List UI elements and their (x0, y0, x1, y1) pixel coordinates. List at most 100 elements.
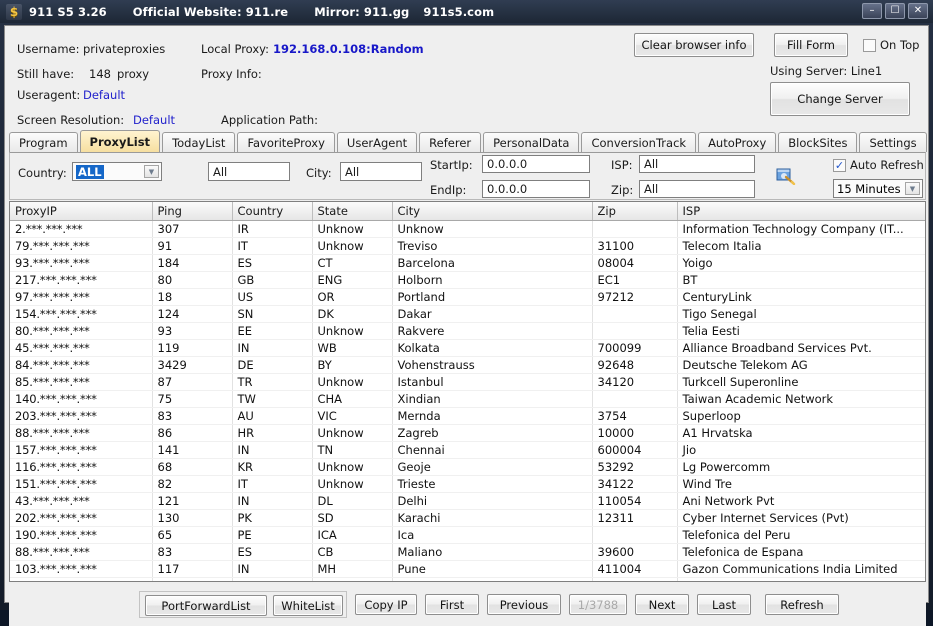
proxy-list-table-container[interactable]: ProxyIP Ping Country State City Zip ISP 2.***.… (9, 201, 926, 582)
tab-label: Program (19, 135, 68, 150)
table-row[interactable]: 190.***.***.*** 65 PE ICA Ica Telefonica del … (10, 526, 925, 544)
table-row[interactable]: 93.***.***.*** 184 ES CT Barcelona 08004 Yoigo (10, 254, 925, 272)
official-website-label: Official Website: 911.re (132, 4, 289, 19)
cell-ping: 184 (152, 254, 233, 272)
table-row[interactable]: 45.***.***.*** 119 IN WB Kolkata 700099 Allian… (10, 339, 925, 357)
useragent-value[interactable]: Default (83, 88, 125, 102)
cell-isp: A1 Hrvatska (677, 424, 925, 442)
window-controls: – ☐ ✕ (862, 3, 928, 19)
table-row[interactable]: 217.***.***.*** 80 GB ENG Holborn EC1 BT (10, 271, 925, 289)
tab-proxylist[interactable]: ProxyList (79, 130, 161, 152)
column-header-country[interactable]: Country (232, 202, 313, 221)
search-window-icon[interactable] (776, 167, 796, 186)
tab-personaldata[interactable]: PersonalData (483, 132, 580, 152)
isp-input[interactable]: All (639, 155, 755, 173)
refresh-interval-select[interactable]: 15 Minutes ▼ (833, 179, 923, 198)
application-path-label: Application Path: (221, 113, 319, 127)
last-button[interactable]: Last (697, 594, 751, 615)
table-row[interactable]: 88.***.***.*** 83 ES CB Maliano 39600 Telefoni… (10, 543, 925, 561)
country-select[interactable]: ALL ▼ (72, 162, 162, 181)
proxy-info-label: Proxy Info: (201, 67, 262, 81)
column-header-state[interactable]: State (312, 202, 393, 221)
bottom-toolbar: PortForwardList WhiteList Copy IP First … (9, 584, 926, 626)
city-input[interactable]: All (340, 162, 422, 181)
table-row[interactable]: 88.***.***.*** 86 HR Unknow Zagreb 10000 A1 Hr… (10, 424, 925, 442)
tab-useragent[interactable]: UserAgent (336, 132, 418, 152)
cell-ping: 93 (152, 322, 233, 340)
table-row[interactable]: 154.***.***.*** 124 SN DK Dakar Tigo Senegal (10, 305, 925, 323)
cell-state: ARA (312, 577, 393, 581)
app-title: 911 S5 3.26 (29, 4, 107, 19)
tab-blocksites[interactable]: BlockSites (778, 132, 858, 152)
region-input[interactable]: All (208, 162, 290, 181)
table-row[interactable]: 157.***.***.*** 141 IN TN Chennai 600004 Jio (10, 441, 925, 459)
change-server-button[interactable]: Change Server (770, 82, 910, 116)
port-forward-list-button[interactable]: PortForwardList (145, 595, 267, 616)
tab-label: FavoriteProxy (247, 135, 325, 150)
table-row[interactable]: 85.***.***.*** 87 TR Unknow Istanbul 34120 Tur… (10, 373, 925, 391)
table-row[interactable]: 91.***.***.***76FRARAEybens38320Free SAS (10, 577, 925, 581)
table-row[interactable]: 103.***.***.*** 117 IN MH Pune 411004 Gazon Co… (10, 560, 925, 578)
tab-todaylist[interactable]: TodayList (162, 132, 236, 152)
cell-ping: 91 (152, 237, 233, 255)
refresh-button[interactable]: Refresh (765, 594, 839, 615)
table-row[interactable]: 80.***.***.*** 93 EE Unknow Rakvere Telia Ees… (10, 322, 925, 340)
clear-browser-info-button[interactable]: Clear browser info (634, 33, 754, 57)
startip-input[interactable]: 0.0.0.0 (482, 155, 590, 173)
first-button[interactable]: First (425, 594, 479, 615)
table-row[interactable]: 43.***.***.*** 121 IN DL Delhi 110054 Ani Netw… (10, 492, 925, 510)
cell-state: Unknow (312, 424, 393, 442)
cell-zip: 3754 (592, 407, 678, 425)
cell-country: FR (232, 577, 313, 581)
table-row[interactable]: 116.***.***.*** 68 KR Unknow Geoje 53292 Lg Po… (10, 458, 925, 476)
minimize-button[interactable]: – (862, 3, 882, 19)
cell-state: VIC (312, 407, 393, 425)
on-top-checkbox[interactable]: On Top (863, 38, 919, 52)
fill-form-button[interactable]: Fill Form (774, 33, 848, 57)
cell-ping: 68 (152, 458, 233, 476)
table-row[interactable]: 140.***.***.*** 75 TW CHA Xindian Taiwan Acad… (10, 390, 925, 408)
endip-input[interactable]: 0.0.0.0 (482, 180, 590, 198)
copy-ip-button[interactable]: Copy IP (355, 594, 417, 615)
close-button[interactable]: ✕ (908, 3, 928, 19)
cell-proxyip: 45.***.***.*** (10, 339, 153, 357)
zip-input[interactable]: All (639, 180, 755, 198)
cell-country: AU (232, 407, 313, 425)
auto-refresh-checkbox[interactable]: ✓ Auto Refresh (833, 158, 924, 172)
cell-city: Mernda (392, 407, 593, 425)
column-header-isp[interactable]: ISP (677, 202, 925, 221)
account-info-panel: Username: privateproxies Still have: 148… (5, 26, 928, 130)
tab-referer[interactable]: Referer (419, 132, 482, 152)
column-header-city[interactable]: City (392, 202, 593, 221)
maximize-button[interactable]: ☐ (885, 3, 905, 19)
cell-proxyip: 91.***.***.*** (10, 577, 153, 581)
table-row[interactable]: 2.***.***.*** 307 IR Unknow Unknow Informatio… (10, 220, 925, 238)
cell-state: MH (312, 560, 393, 578)
tab-label: ConversionTrack (591, 135, 687, 150)
tab-settings[interactable]: Settings (859, 132, 927, 152)
table-row[interactable]: 203.***.***.*** 83 AU VIC Mernda 3754 Superloo… (10, 407, 925, 425)
screen-resolution-value[interactable]: Default (133, 113, 175, 127)
username-label: Username: (17, 42, 80, 56)
table-row[interactable]: 84.***.***.*** 3429 DE BY Vohenstrauss 92648 D… (10, 356, 925, 374)
column-header-proxyip[interactable]: ProxyIP (10, 202, 153, 221)
column-header-zip[interactable]: Zip (592, 202, 678, 221)
previous-button[interactable]: Previous (487, 594, 561, 615)
white-list-button[interactable]: WhiteList (273, 595, 343, 616)
table-row[interactable]: 79.***.***.*** 91 IT Unknow Treviso 31100 Tele… (10, 237, 925, 255)
cell-state: Unknow (312, 373, 393, 391)
table-row[interactable]: 202.***.***.*** 130 PK SD Karachi 12311 Cyber … (10, 509, 925, 527)
table-row[interactable]: 151.***.***.*** 82 IT Unknow Trieste 34122 Win… (10, 475, 925, 493)
tab-conversiontrack[interactable]: ConversionTrack (581, 132, 697, 152)
table-body: 2.***.***.*** 307 IR Unknow Unknow Informatio… (10, 220, 925, 581)
table-row[interactable]: 97.***.***.*** 18 US OR Portland 97212 Century… (10, 288, 925, 306)
still-have-label: Still have: (17, 67, 75, 81)
cell-city: Maliano (392, 543, 593, 561)
next-button[interactable]: Next (635, 594, 689, 615)
tab-favoriteproxy[interactable]: FavoriteProxy (237, 132, 335, 152)
tab-autoproxy[interactable]: AutoProxy (698, 132, 777, 152)
column-header-ping[interactable]: Ping (152, 202, 233, 221)
cell-proxyip: 84.***.***.*** (10, 356, 153, 374)
cell-ping: 307 (152, 220, 233, 238)
tab-program[interactable]: Program (9, 132, 78, 152)
